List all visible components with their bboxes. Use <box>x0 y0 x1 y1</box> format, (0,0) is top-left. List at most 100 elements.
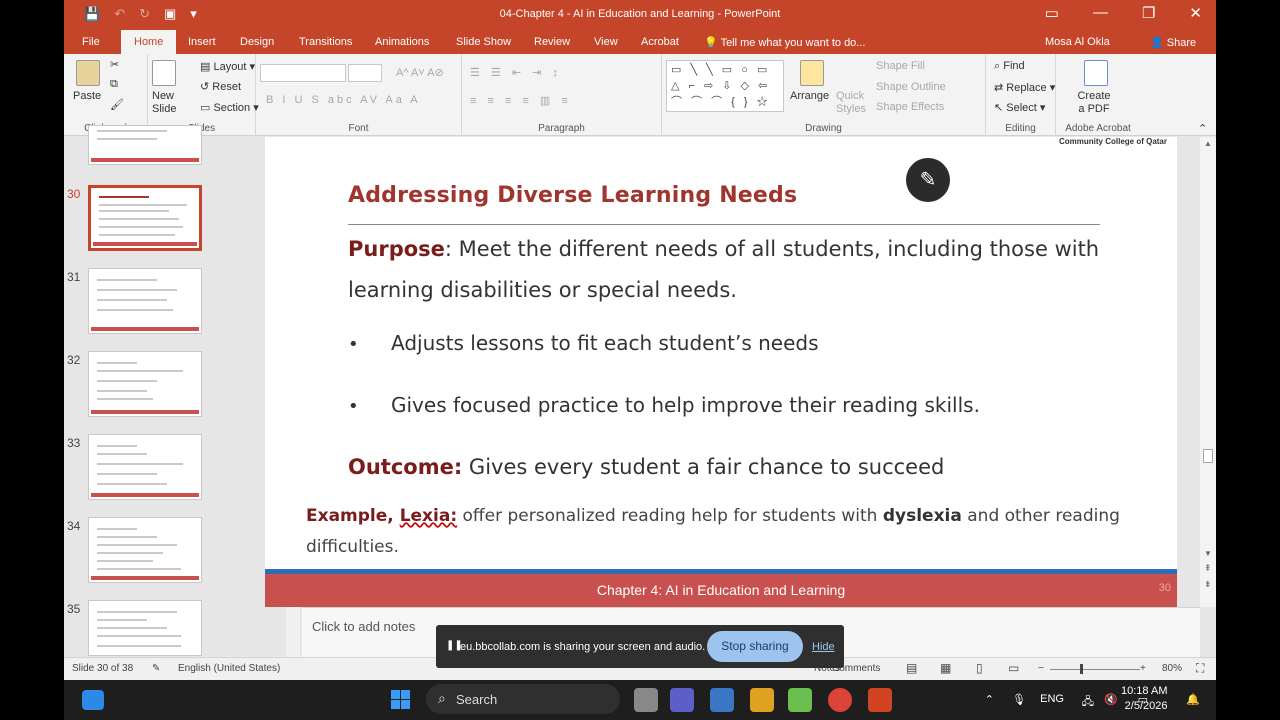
spellcheck-icon[interactable]: ✎ <box>152 663 160 674</box>
replace-button[interactable]: ⇄ Replace ▾ <box>994 81 1055 94</box>
font-name-box[interactable] <box>260 64 346 82</box>
font-size-box[interactable] <box>348 64 382 82</box>
thumbnail-row-34[interactable]: 34 <box>64 517 294 589</box>
tell-me-box[interactable]: 💡 Tell me what you want to do... <box>704 36 865 49</box>
paste-icon[interactable] <box>76 60 100 86</box>
reading-view-icon[interactable]: ▯ <box>976 661 983 675</box>
tab-review[interactable]: Review <box>534 36 570 48</box>
outcome-text[interactable]: Outcome: Gives every student a fair chan… <box>348 455 944 479</box>
file-explorer-icon[interactable] <box>634 688 658 712</box>
microphone-icon[interactable]: 🎙 <box>1012 693 1026 706</box>
app-icon[interactable] <box>788 688 812 712</box>
scrollbar-thumb[interactable] <box>1203 449 1213 463</box>
collapse-ribbon-icon[interactable]: ⌃ <box>1198 122 1207 135</box>
slide-canvas[interactable]: Community College of Qatar Addressing Di… <box>265 137 1177 607</box>
thumbnail-row-30[interactable]: 30 <box>64 185 294 257</box>
slide-thumbnail[interactable] <box>88 268 202 334</box>
pen-annotation-icon[interactable]: ✎ <box>906 158 950 202</box>
tab-slide-show[interactable]: Slide Show <box>456 36 511 48</box>
network-icon[interactable]: 🖧 <box>1082 693 1094 712</box>
close-button[interactable]: ✕ <box>1189 4 1202 22</box>
slide-sorter-icon[interactable]: ▦ <box>940 661 951 675</box>
store-icon[interactable] <box>750 688 774 712</box>
slide-thumbnail[interactable] <box>88 434 202 500</box>
start-button[interactable] <box>389 688 413 712</box>
stop-sharing-button[interactable]: Stop sharing <box>707 631 803 662</box>
ribbon-display-icon[interactable]: ▭ <box>1045 4 1059 22</box>
zoom-out-button[interactable]: − <box>1038 663 1044 674</box>
tab-transitions[interactable]: Transitions <box>299 36 352 48</box>
notes-placeholder[interactable]: Click to add notes <box>312 619 415 634</box>
arrange-button[interactable]: Arrange <box>790 90 829 102</box>
thumbnail-row-32[interactable]: 32 <box>64 351 294 423</box>
slide-thumbnail[interactable] <box>88 351 202 417</box>
slide-thumbnail[interactable] <box>88 517 202 583</box>
purpose-text[interactable]: Purpose: Meet the different needs of all… <box>348 229 1128 311</box>
outlook-icon[interactable] <box>710 688 734 712</box>
language-indicator[interactable]: English (United States) <box>178 663 280 674</box>
hide-banner-link[interactable]: Hide <box>812 641 835 653</box>
shape-fill-button[interactable]: Shape Fill <box>876 60 925 72</box>
powerpoint-icon[interactable] <box>868 688 892 712</box>
slide-thumbnail[interactable] <box>88 600 202 656</box>
quick-styles-button[interactable]: Quick Styles <box>836 90 868 116</box>
user-name[interactable]: Mosa Al Okla <box>1045 36 1110 48</box>
pdf-icon[interactable] <box>1084 60 1108 86</box>
next-slide-icon[interactable]: ⇟ <box>1204 579 1212 590</box>
input-language[interactable]: ENG <box>1040 693 1064 705</box>
scroll-down-icon[interactable]: ▼ <box>1204 549 1212 558</box>
tab-insert[interactable]: Insert <box>188 36 216 48</box>
find-button[interactable]: ⌕ Find <box>994 60 1025 73</box>
font-format-buttons[interactable]: B I U S abc AV Aa A <box>266 94 421 106</box>
format-painter-icon[interactable]: 🖌 <box>110 98 124 111</box>
fit-slide-icon[interactable]: ⛶ <box>1196 661 1204 676</box>
slide-thumbnail-active[interactable] <box>88 185 202 251</box>
notification-icon[interactable]: 🔔 <box>1186 693 1200 706</box>
shapes-gallery[interactable]: ▭ ╲ ╲ ▭ ○ ▭ △ ⌐ ⇨ ⇩ ◇ ⇦ ⌒ ⌒ ⌒ { } ☆ <box>666 60 784 112</box>
zoom-level[interactable]: 80% <box>1162 663 1182 674</box>
slide-title[interactable]: Addressing Diverse Learning Needs <box>348 183 797 208</box>
scroll-up-icon[interactable]: ▲ <box>1204 139 1212 148</box>
restore-button[interactable]: ❐ <box>1142 4 1155 22</box>
minimize-button[interactable]: — <box>1093 4 1108 22</box>
new-slide-button[interactable]: New Slide <box>152 90 182 116</box>
align-buttons[interactable]: ≡ ≡ ≡ ≡ ▥ ≡ <box>470 94 572 107</box>
widgets-icon[interactable] <box>82 690 104 710</box>
taskbar-search[interactable]: ⌕ Search <box>426 684 620 714</box>
tab-home[interactable]: Home <box>121 30 177 54</box>
thumbnail-row-31[interactable]: 31 <box>64 268 294 340</box>
layout-button[interactable]: ▤ Layout ▾ <box>200 60 255 73</box>
chevron-up-icon[interactable]: ⌃ <box>985 693 994 706</box>
share-button[interactable]: 👤 Share <box>1150 36 1196 49</box>
thumbnail-row-33[interactable]: 33 <box>64 434 294 506</box>
shape-effects-button[interactable]: Shape Effects <box>876 101 944 113</box>
tab-file[interactable]: File <box>82 36 100 48</box>
reset-button[interactable]: ↺ Reset <box>200 80 241 93</box>
tab-acrobat[interactable]: Acrobat <box>641 36 679 48</box>
cut-icon[interactable]: ✂ <box>110 58 119 71</box>
zoom-slider[interactable] <box>1050 669 1140 670</box>
slideshow-view-icon[interactable]: ▭ <box>1008 661 1019 675</box>
teams-icon[interactable] <box>670 688 694 712</box>
chrome-icon[interactable] <box>828 688 852 712</box>
section-button[interactable]: ▭ Section ▾ <box>200 101 259 114</box>
slide-scrollbar[interactable]: ▲ ▼ ⇞ ⇟ <box>1200 137 1216 607</box>
zoom-slider-thumb[interactable] <box>1080 664 1083 674</box>
tab-animations[interactable]: Animations <box>375 36 429 48</box>
paste-button[interactable]: Paste <box>73 90 101 102</box>
shape-outline-button[interactable]: Shape Outline <box>876 81 946 93</box>
example-text[interactable]: Example, Lexia: offer personalized readi… <box>306 501 1146 563</box>
tab-design[interactable]: Design <box>240 36 274 48</box>
arrange-icon[interactable] <box>800 60 824 86</box>
zoom-in-button[interactable]: + <box>1140 663 1146 674</box>
select-button[interactable]: ↖ Select ▾ <box>994 101 1045 114</box>
new-slide-icon[interactable] <box>152 60 176 86</box>
normal-view-icon[interactable]: ▤ <box>906 661 917 675</box>
copy-icon[interactable]: ⧉ <box>110 78 118 91</box>
volume-icon[interactable]: 🔇 <box>1104 693 1118 706</box>
slide-thumbnail[interactable] <box>88 125 202 165</box>
tab-view[interactable]: View <box>594 36 618 48</box>
create-pdf-button[interactable]: Create a PDF <box>1074 90 1114 116</box>
list-buttons[interactable]: ☰ ☰ ⇤ ⇥ ↕ <box>470 66 562 79</box>
font-grow-icon[interactable]: A^ A˅ A⊘ <box>396 66 444 79</box>
